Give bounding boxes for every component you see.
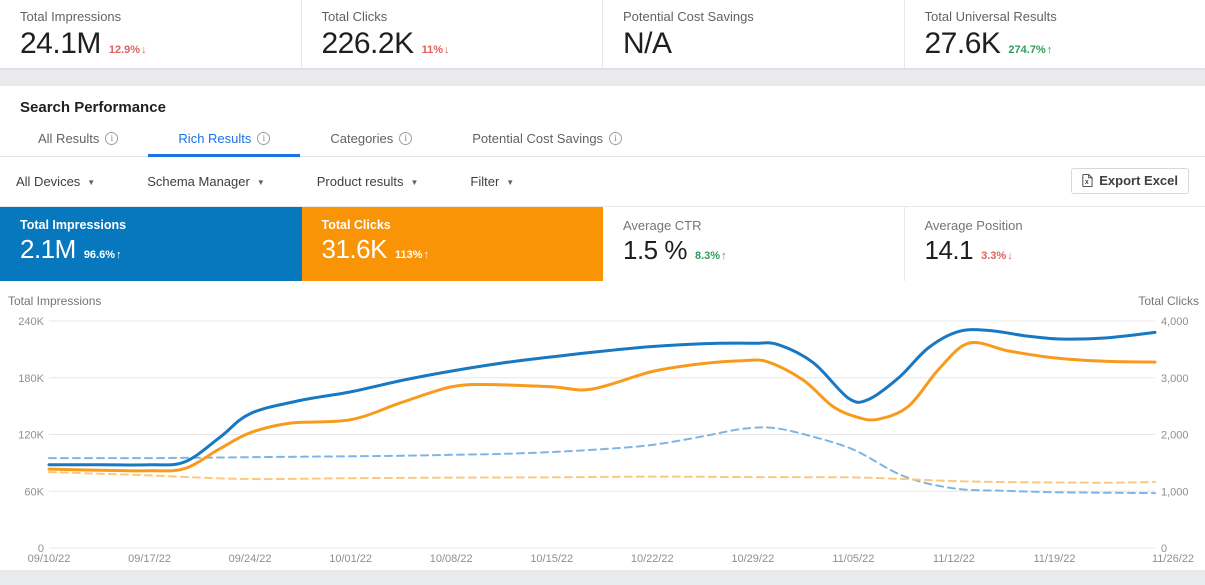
info-icon[interactable]: i (257, 132, 270, 145)
kpi-title: Total Universal Results (925, 9, 1186, 24)
filter-devices-dropdown[interactable]: All Devices▼ (16, 174, 95, 189)
svg-text:10/15/22: 10/15/22 (530, 553, 573, 565)
metric-delta: 8.3%↑ (695, 250, 727, 262)
filter-schema-manager-dropdown[interactable]: Schema Manager▼ (147, 174, 265, 189)
svg-text:11/12/22: 11/12/22 (933, 553, 975, 565)
tab-label: Rich Results (178, 131, 251, 146)
svg-text:4,000: 4,000 (1161, 316, 1189, 328)
kpi-value: 24.1M (20, 27, 101, 61)
info-icon[interactable]: i (105, 132, 118, 145)
metric-card-average-position[interactable]: Average Position 14.1 3.3%↓ (905, 207, 1205, 281)
info-icon[interactable]: i (609, 132, 622, 145)
kpi-card-total-universal-results: Total Universal Results 27.6K 274.7%↑ (905, 0, 1205, 68)
metric-title: Average Position (925, 218, 1186, 233)
svg-text:3,000: 3,000 (1161, 373, 1189, 385)
metric-title: Total Clicks (322, 218, 583, 232)
filter-dropdown[interactable]: Filter▼ (470, 174, 514, 189)
svg-text:09/10/22: 09/10/22 (28, 553, 71, 565)
kpi-value: N/A (623, 27, 672, 61)
down-arrow-icon: ↓ (1007, 250, 1013, 262)
svg-text:Total Impressions: Total Impressions (8, 294, 101, 308)
kpi-title: Potential Cost Savings (623, 9, 884, 24)
svg-text:x: x (1085, 179, 1089, 186)
tab-categories[interactable]: Categories i (300, 123, 442, 156)
export-excel-label: Export Excel (1099, 173, 1178, 188)
tab-label: Categories (330, 131, 393, 146)
kpi-delta: 11%↓ (422, 44, 450, 56)
metric-value: 14.1 (925, 235, 974, 266)
down-arrow-icon: ↓ (141, 44, 147, 56)
up-arrow-icon: ↑ (116, 249, 122, 261)
metric-card-row: Total Impressions 2.1M 96.6%↑ Total Clic… (0, 206, 1205, 281)
metric-title: Total Impressions (20, 218, 281, 232)
metric-card-total-clicks[interactable]: Total Clicks 31.6K 113%↑ (302, 207, 604, 281)
svg-text:10/29/22: 10/29/22 (731, 553, 774, 565)
svg-text:10/01/22: 10/01/22 (329, 553, 372, 565)
kpi-title: Total Clicks (322, 9, 583, 24)
filter-bar: All Devices▼ Schema Manager▼ Product res… (0, 157, 1205, 206)
metric-card-average-ctr[interactable]: Average CTR 1.5 % 8.3%↑ (603, 207, 905, 281)
tab-bar: All Results i Rich Results i Categories … (0, 123, 1205, 157)
svg-text:120K: 120K (18, 430, 44, 442)
caret-down-icon: ▼ (257, 178, 265, 187)
export-excel-button[interactable]: x Export Excel (1071, 168, 1189, 194)
kpi-value: 27.6K (925, 27, 1001, 61)
metric-value: 2.1M (20, 234, 76, 265)
tab-rich-results[interactable]: Rich Results i (148, 123, 300, 156)
page-title: Search Performance (0, 86, 1205, 123)
svg-text:10/08/22: 10/08/22 (430, 553, 473, 565)
metric-delta: 113%↑ (395, 249, 429, 261)
svg-text:11/19/22: 11/19/22 (1033, 553, 1075, 565)
kpi-title: Total Impressions (20, 9, 281, 24)
tab-all-results[interactable]: All Results i (8, 123, 148, 156)
tab-potential-cost-savings[interactable]: Potential Cost Savings i (442, 123, 652, 156)
kpi-card-potential-cost-savings: Potential Cost Savings N/A (603, 0, 905, 68)
metric-delta: 96.6%↑ (84, 249, 122, 261)
caret-down-icon: ▼ (410, 178, 418, 187)
performance-chart-svg[interactable]: 0060K1,000120K2,000180K3,000240K4,00009/… (0, 290, 1205, 580)
kpi-value: 226.2K (322, 27, 414, 61)
kpi-delta: 12.9%↓ (109, 44, 147, 56)
kpi-strip: Total Impressions 24.1M 12.9%↓ Total Cli… (0, 0, 1205, 68)
down-arrow-icon: ↓ (444, 44, 450, 56)
svg-text:09/24/22: 09/24/22 (229, 553, 272, 565)
up-arrow-icon: ↑ (1047, 44, 1053, 56)
caret-down-icon: ▼ (87, 178, 95, 187)
svg-text:2,000: 2,000 (1161, 430, 1189, 442)
metric-value: 1.5 % (623, 235, 687, 266)
up-arrow-icon: ↑ (423, 249, 429, 261)
kpi-card-total-clicks: Total Clicks 226.2K 11%↓ (302, 0, 604, 68)
metric-value: 31.6K (322, 234, 387, 265)
caret-down-icon: ▼ (506, 178, 514, 187)
svg-text:09/17/22: 09/17/22 (128, 553, 171, 565)
svg-text:60K: 60K (24, 486, 44, 498)
excel-file-icon: x (1082, 174, 1093, 187)
svg-text:240K: 240K (18, 316, 44, 328)
svg-text:180K: 180K (18, 373, 44, 385)
tab-label: All Results (38, 131, 99, 146)
filter-product-results-dropdown[interactable]: Product results▼ (317, 174, 419, 189)
svg-text:1,000: 1,000 (1161, 486, 1189, 498)
kpi-card-total-impressions: Total Impressions 24.1M 12.9%↓ (0, 0, 302, 68)
search-performance-panel: Search Performance All Results i Rich Re… (0, 86, 1205, 570)
metric-title: Average CTR (623, 218, 884, 233)
svg-text:11/05/22: 11/05/22 (832, 553, 874, 565)
svg-text:11/26/22: 11/26/22 (1152, 553, 1194, 565)
svg-text:Total Clicks: Total Clicks (1138, 294, 1199, 308)
metric-card-total-impressions[interactable]: Total Impressions 2.1M 96.6%↑ (0, 207, 302, 281)
svg-text:10/22/22: 10/22/22 (631, 553, 674, 565)
tab-label: Potential Cost Savings (472, 131, 603, 146)
metric-delta: 3.3%↓ (981, 250, 1013, 262)
up-arrow-icon: ↑ (721, 250, 727, 262)
performance-chart: 0060K1,000120K2,000180K3,000240K4,00009/… (0, 290, 1205, 580)
kpi-delta: 274.7%↑ (1008, 44, 1052, 56)
info-icon[interactable]: i (399, 132, 412, 145)
